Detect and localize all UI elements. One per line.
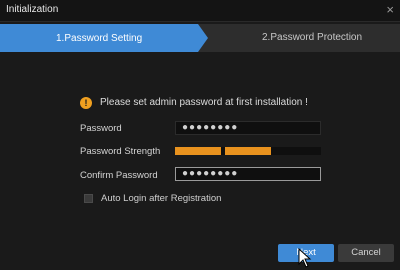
password-strength-label: Password Strength	[80, 146, 161, 157]
step-label: 1.Password Setting	[56, 33, 143, 44]
step-label: 2.Password Protection	[262, 32, 363, 43]
password-field[interactable]: ●●●●●●●●	[175, 121, 321, 135]
step-password-setting: 1.Password Setting	[0, 24, 208, 52]
window-title: Initialization	[6, 4, 59, 15]
cancel-button[interactable]: Cancel	[338, 244, 394, 262]
warning-icon: !	[80, 97, 92, 109]
title-bar: Initialization ×	[0, 0, 400, 22]
password-strength-meter	[175, 147, 321, 155]
confirm-password-field[interactable]: ●●●●●●●●	[175, 167, 321, 181]
auto-login-label: Auto Login after Registration	[101, 193, 222, 204]
notice-text: Please set admin password at first insta…	[100, 97, 308, 108]
close-icon[interactable]: ×	[386, 2, 394, 18]
strength-segment	[225, 147, 271, 155]
strength-segment	[175, 147, 221, 155]
next-button[interactable]: Next	[278, 244, 334, 262]
step-password-protection: 2.Password Protection	[208, 24, 400, 52]
step-indicator: 1.Password Setting 2.Password Protection	[0, 24, 400, 52]
password-label: Password	[80, 123, 122, 134]
confirm-password-label: Confirm Password	[80, 170, 158, 181]
auto-login-checkbox[interactable]	[84, 194, 93, 203]
